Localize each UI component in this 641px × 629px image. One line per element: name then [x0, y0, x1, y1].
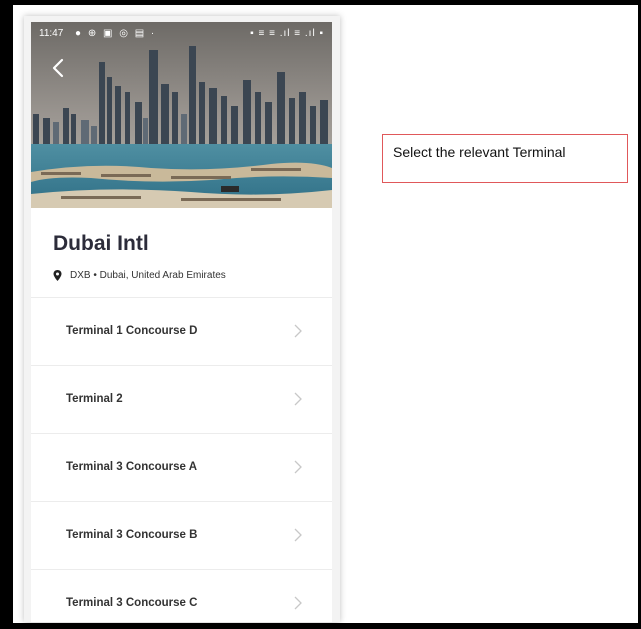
chevron-right-icon	[294, 392, 302, 406]
terminal-row[interactable]: Terminal 3 Concourse B	[31, 501, 332, 569]
chevron-right-icon	[294, 324, 302, 338]
location-pin-icon	[53, 270, 62, 281]
terminal-row[interactable]: Terminal 3 Concourse A	[31, 433, 332, 501]
status-bar: 11:47 ● ⊕ ▣ ◎ ▤ · ▪ ≡ ≡ .ıl ≡ .ıl ▪	[39, 28, 324, 42]
terminal-label: Terminal 3 Concourse C	[66, 597, 198, 609]
terminal-label: Terminal 3 Concourse B	[66, 529, 198, 541]
terminal-row[interactable]: Terminal 1 Concourse D	[31, 297, 332, 365]
instruction-callout: Select the relevant Terminal	[382, 134, 628, 183]
airport-name: Dubai Intl	[53, 232, 149, 255]
terminal-label: Terminal 1 Concourse D	[66, 325, 198, 337]
terminal-label: Terminal 3 Concourse A	[66, 461, 198, 473]
chevron-right-icon	[294, 528, 302, 542]
terminal-label: Terminal 2	[66, 393, 123, 405]
airport-location: DXB • Dubai, United Arab Emirates	[53, 270, 226, 281]
chevron-right-icon	[294, 460, 302, 474]
terminal-row[interactable]: Terminal 3 Concourse C	[31, 569, 332, 622]
airport-location-text: DXB • Dubai, United Arab Emirates	[70, 270, 226, 281]
terminal-row[interactable]: Terminal 2	[31, 365, 332, 433]
left-edge-strip	[3, 5, 13, 623]
instruction-text: Select the relevant Terminal	[393, 144, 566, 160]
signal-battery-icons: ▪ ≡ ≡ .ıl ≡ .ıl ▪	[250, 28, 324, 39]
back-arrow-icon[interactable]	[49, 55, 69, 81]
status-time: 11:47	[39, 28, 64, 39]
terminal-list: Terminal 1 Concourse D Terminal 2 Termin…	[31, 297, 332, 622]
notification-icons: ● ⊕ ▣ ◎ ▤ ·	[75, 28, 157, 39]
chevron-right-icon	[294, 596, 302, 610]
app-screen: 11:47 ● ⊕ ▣ ◎ ▤ · ▪ ≡ ≡ .ıl ≡ .ıl ▪ Duba…	[31, 22, 332, 622]
phone-mockup: 11:47 ● ⊕ ▣ ◎ ▤ · ▪ ≡ ≡ .ıl ≡ .ıl ▪ Duba…	[24, 16, 340, 622]
hero-image-dubai-skyline: 11:47 ● ⊕ ▣ ◎ ▤ · ▪ ≡ ≡ .ıl ≡ .ıl ▪	[31, 22, 332, 208]
